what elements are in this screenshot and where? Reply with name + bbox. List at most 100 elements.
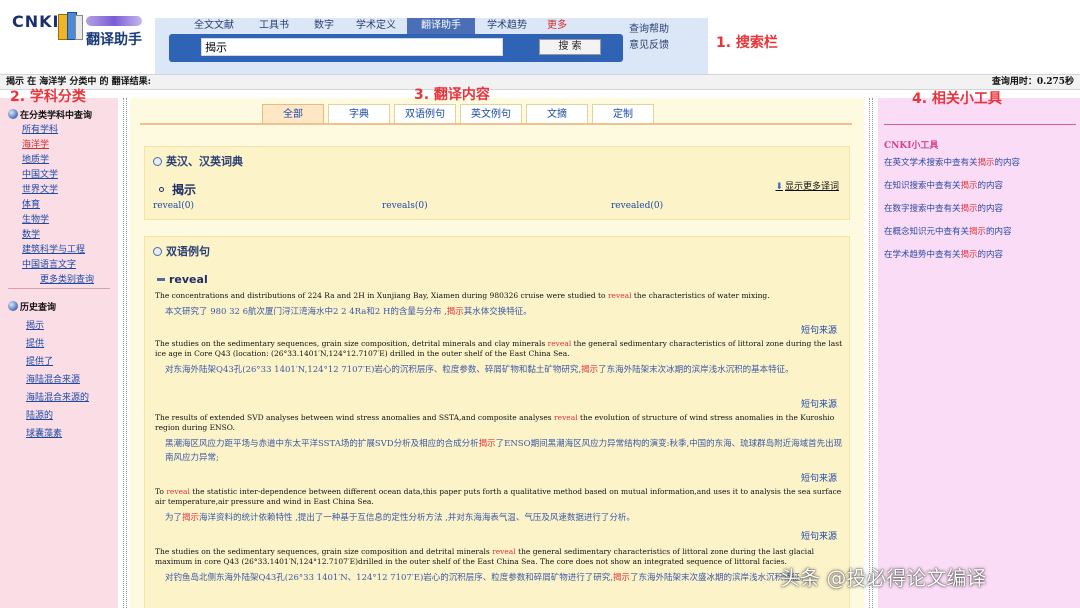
example-english: The studies on the sedimentary sequences… — [155, 339, 843, 358]
dictionary-term[interactable]: reveal(0) — [153, 201, 194, 211]
book-logo-icon — [58, 12, 84, 42]
dictionary-word: 揭示 — [159, 181, 196, 198]
category-link[interactable]: 数学 — [22, 227, 40, 240]
nav-tab[interactable]: 学术趋势 — [475, 18, 539, 34]
content-tab[interactable]: 全部 — [262, 104, 324, 124]
search-panel: 全文文献工具书数字学术定义翻译助手学术趋势更多 搜 索 查询帮助 意见反馈 — [155, 18, 708, 74]
dictionary-heading: 英汉、汉英词典 — [153, 153, 243, 169]
divider-line — [872, 98, 873, 608]
page: CNKI 翻译助手 全文文献工具书数字学术定义翻译助手学术趋势更多 搜 索 查询… — [0, 0, 1080, 608]
tools-title: CNKI小工具 — [884, 141, 939, 151]
down-arrow-icon: ⬇ — [775, 182, 783, 192]
annotation-translation-content: 3. 翻译内容 — [414, 87, 490, 103]
tool-link[interactable]: 在数字搜索中查有关揭示的内容 — [884, 202, 1003, 214]
search-bar: 搜 索 — [169, 34, 623, 62]
category-heading: 在分类学科中查询 — [8, 108, 92, 121]
history-link[interactable]: 陆源的 — [26, 408, 53, 421]
content-tab[interactable]: 字典 — [328, 104, 390, 124]
cnki-logo[interactable]: CNKI 翻译助手 — [12, 10, 152, 50]
category-link[interactable]: 体育 — [22, 197, 40, 210]
tool-link[interactable]: 在英文学术搜索中查有关揭示的内容 — [884, 156, 1020, 168]
nav-tab[interactable]: 数字 — [303, 18, 345, 34]
logo-subtitle: 翻译助手 — [86, 32, 142, 48]
search-input[interactable] — [201, 38, 503, 56]
nav-tab[interactable]: 全文文献 — [183, 18, 245, 34]
logo-brand: CNKI — [12, 12, 60, 31]
category-link[interactable]: 世界文学 — [22, 182, 58, 195]
dictionary-term[interactable]: revealed(0) — [611, 201, 663, 211]
history-link[interactable]: 提供了 — [26, 354, 53, 367]
category-link[interactable]: 所有学科 — [22, 122, 58, 135]
nav-tab[interactable]: 学术定义 — [345, 18, 407, 34]
history-link[interactable]: 海陆混合来源的 — [26, 390, 89, 403]
content-tab[interactable]: 双语例句 — [394, 104, 456, 124]
category-link[interactable]: 海洋学 — [22, 137, 49, 150]
header: CNKI 翻译助手 全文文献工具书数字学术定义翻译助手学术趋势更多 搜 索 查询… — [0, 0, 1080, 74]
source-link[interactable]: 短句来源 — [801, 323, 837, 336]
history-link[interactable]: 提供 — [26, 336, 44, 349]
history-link[interactable]: 揭示 — [26, 318, 44, 331]
search-button[interactable]: 搜 索 — [539, 39, 601, 55]
more-categories-link[interactable]: 更多类别查询 — [40, 272, 94, 285]
query-help-link[interactable]: 查询帮助 — [629, 22, 669, 38]
example-english: The results of extended SVD analyses bet… — [155, 413, 835, 432]
nav-tab[interactable]: 更多 — [539, 18, 575, 34]
query-time: 查询用时：0.275秒 — [991, 77, 1074, 87]
help-links: 查询帮助 意见反馈 — [629, 22, 669, 54]
source-link[interactable]: 短句来源 — [801, 471, 837, 484]
bullet-icon — [153, 247, 162, 256]
example-chinese: 本文研究了 980 32 6航次厦门浔江湾海水中2 2 4Ra和2 H的含量与分… — [165, 307, 532, 317]
category-link[interactable]: 中国语言文字 — [22, 257, 76, 270]
category-link[interactable]: 中国文学 — [22, 167, 58, 180]
divider-line — [126, 98, 127, 608]
category-link[interactable]: 地质学 — [22, 152, 49, 165]
source-link[interactable]: 短句来源 — [801, 529, 837, 542]
content-tab[interactable]: 文摘 — [526, 104, 588, 124]
globe-icon — [8, 109, 18, 119]
example-english: The concentrations and distributions of … — [155, 291, 770, 300]
content-tab[interactable]: 定制 — [592, 104, 654, 124]
history-link[interactable]: 球囊藻素 — [26, 426, 62, 439]
examples-panel: 双语例句 reveal The concentrations and distr… — [144, 236, 850, 608]
category-link[interactable]: 建筑科学与工程 — [22, 242, 85, 255]
example-chinese: 黑潮海区风应力距平场与赤道中东太平洋SSTA场的扩展SVD分析及相应的合成分析揭… — [165, 439, 843, 463]
category-link[interactable]: 生物学 — [22, 212, 49, 225]
watermark: 头条 @投必得论文编译 — [780, 566, 987, 590]
tool-link[interactable]: 在知识搜索中查有关揭示的内容 — [884, 179, 1003, 191]
divider-line — [869, 98, 870, 608]
globe-icon — [8, 301, 18, 311]
example-english: The studies on the sedimentary sequences… — [155, 547, 815, 566]
bullet-icon — [153, 157, 162, 166]
annotation-related-tools: 4. 相关小工具 — [912, 91, 1002, 107]
feedback-link[interactable]: 意见反馈 — [629, 38, 669, 54]
content-tabs: 全部 字典 双语例句 英文例句 文摘 定制 — [262, 104, 658, 124]
nav-tab[interactable]: 工具书 — [245, 18, 303, 34]
example-chinese: 为了揭示海洋资料的统计依赖特性 ,提出了一种基于互信息的定性分析方法 ,并对东海… — [165, 513, 635, 523]
examples-heading: 双语例句 — [153, 243, 210, 259]
example-chinese: 对钓鱼岛北侧东海外陆架Q43孔(26°33 1401′N、124°12 7107… — [165, 573, 809, 583]
history-heading: 历史查询 — [8, 300, 56, 313]
divider-line — [123, 98, 124, 608]
nav-tabs: 全文文献 工具书 数字 学术定义 翻译助手 学术趋势 更多 — [183, 18, 575, 34]
dictionary-panel: 英汉、汉英词典 揭示 ⬇ 显示更多译词 reveal(0) reveals(0) … — [144, 146, 850, 220]
example-keyword: reveal — [157, 273, 208, 286]
source-link[interactable]: 短句来源 — [801, 397, 837, 410]
annotation-categories: 2. 学科分类 — [10, 89, 86, 105]
left-sidebar: 在分类学科中查询 所有学科海洋学地质学中国文学世界文学体育生物学数学建筑科学与工… — [0, 98, 118, 608]
sidebar-divider — [8, 288, 110, 289]
example-chinese: 对东海外陆架Q43孔(26°33 1401′N,124°12 7107′E)岩心… — [165, 365, 794, 375]
tool-link[interactable]: 在学术趋势中查有关揭示的内容 — [884, 248, 1003, 260]
content-tab[interactable]: 英文例句 — [460, 104, 522, 124]
right-sidebar: CNKI小工具 在英文学术搜索中查有关揭示的内容 在知识搜索中查有关揭示的内容 在数… — [878, 98, 1080, 608]
tab-underline — [140, 123, 852, 125]
example-english: To reveal the statistic inter-dependence… — [155, 487, 842, 506]
history-link[interactable]: 海陆混合来源 — [26, 372, 80, 385]
more-translations-link[interactable]: ⬇ 显示更多译词 — [775, 179, 839, 192]
nav-tab[interactable]: 翻译助手 — [407, 18, 475, 34]
logo-wave-icon — [86, 16, 142, 26]
collapse-icon[interactable] — [157, 278, 165, 281]
tools-divider — [884, 124, 1076, 125]
tool-link[interactable]: 在概念知识元中查有关揭示的内容 — [884, 225, 1012, 237]
translation-content: 全部 字典 双语例句 英文例句 文摘 定制 英汉、汉英词典 揭示 ⬇ 显示更多译词 reve… — [130, 98, 864, 608]
dictionary-term[interactable]: reveals(0) — [382, 201, 428, 211]
